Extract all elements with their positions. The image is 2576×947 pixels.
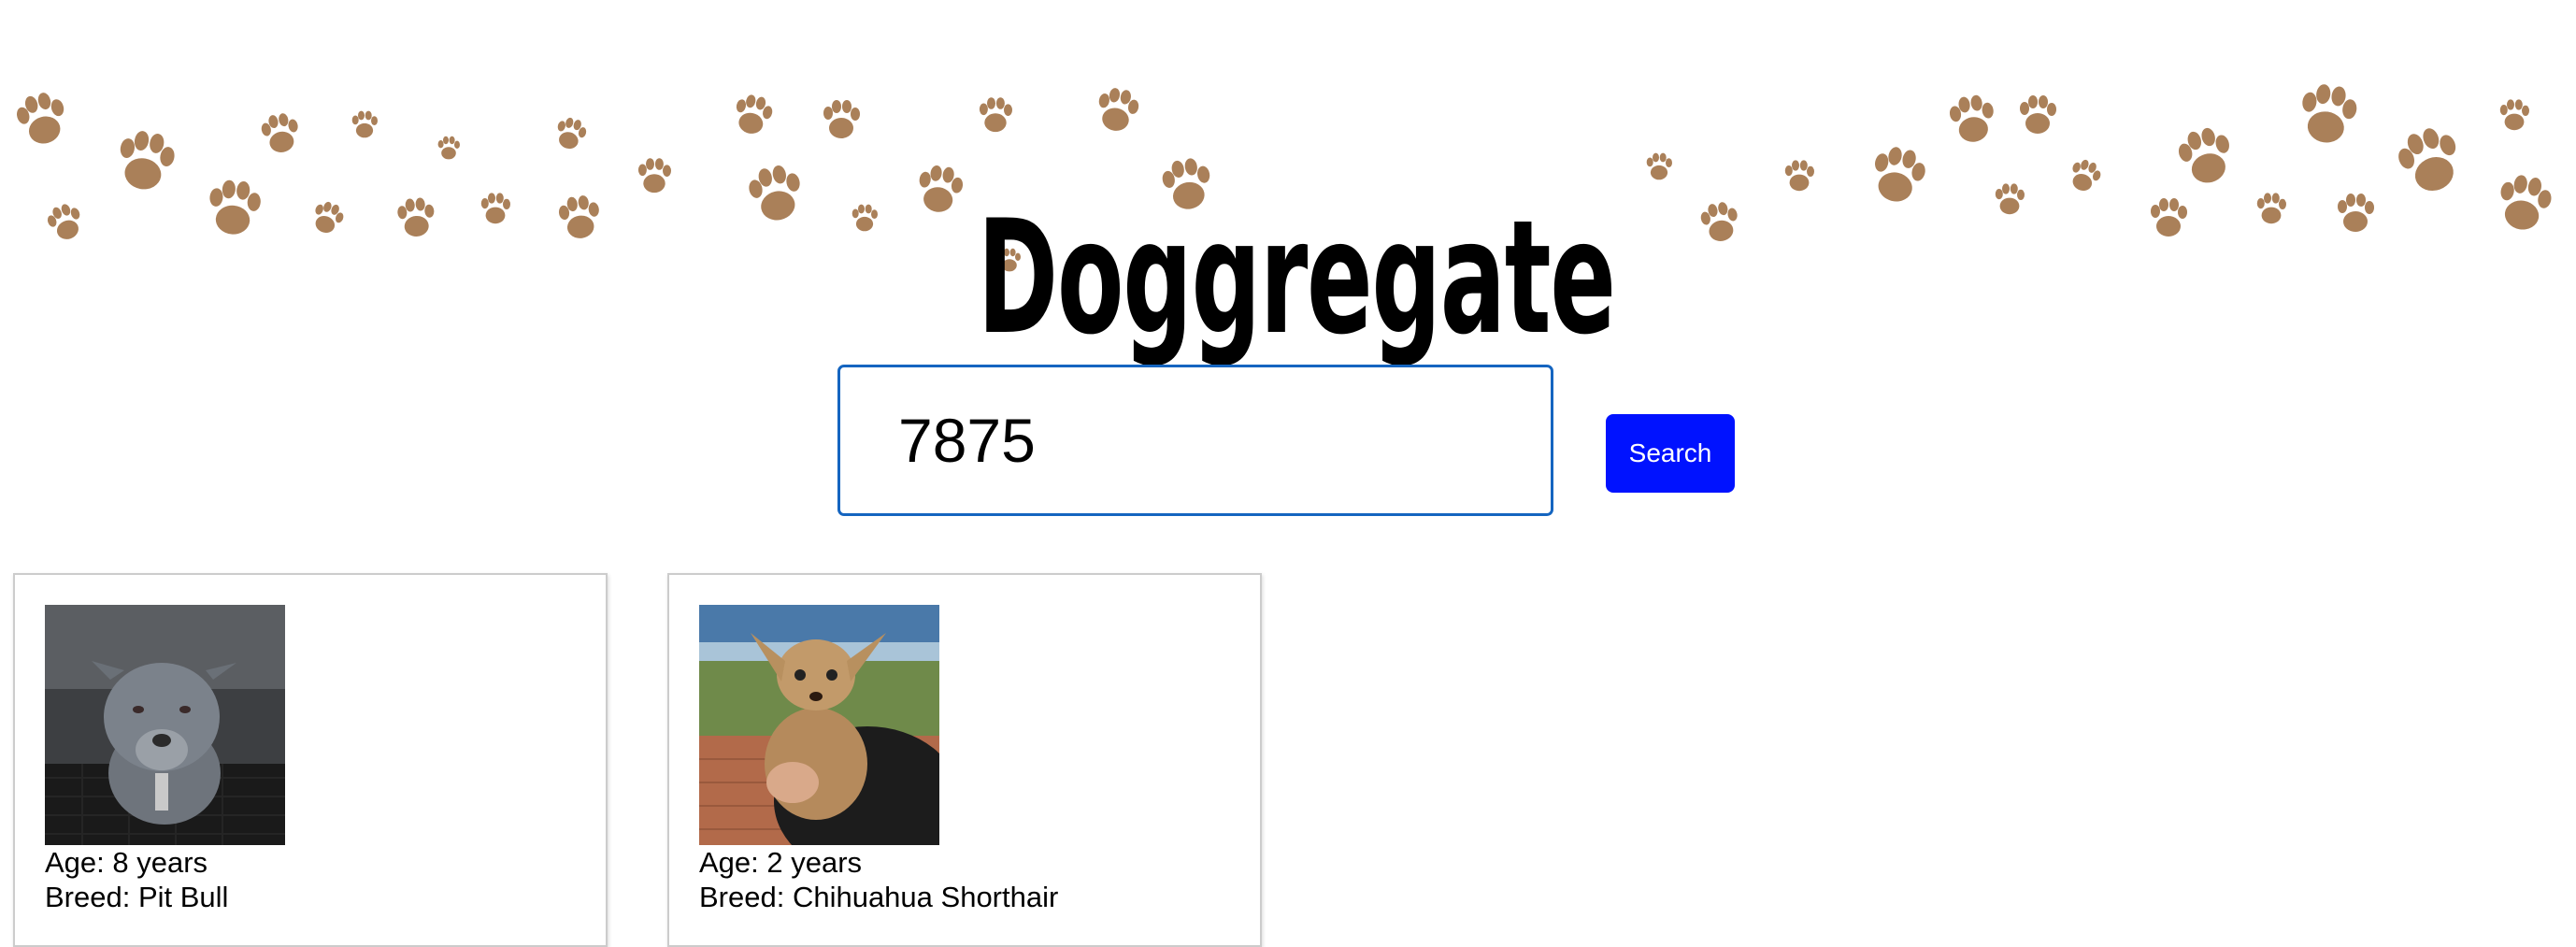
- dog-info: Age: 8 years Breed: Pit Bull: [45, 845, 228, 914]
- dog-card[interactable]: Age: 2 years Breed: Chihuahua Shorthair: [667, 573, 1262, 947]
- dog-age: Age: 8 years: [45, 846, 208, 879]
- dog-breed: Breed: Chihuahua Shorthair: [699, 881, 1059, 913]
- search-input[interactable]: [837, 365, 1553, 516]
- site-title: Doggregate: [977, 185, 1616, 369]
- dog-card[interactable]: Age: 8 years Breed: Pit Bull: [13, 573, 608, 947]
- dog-age: Age: 2 years: [699, 846, 863, 879]
- dog-photo: [699, 605, 939, 845]
- search-button[interactable]: Search: [1606, 414, 1735, 493]
- dog-info: Age: 2 years Breed: Chihuahua Shorthair: [699, 845, 1058, 914]
- dog-breed: Breed: Pit Bull: [45, 881, 229, 913]
- dog-photo: [45, 605, 285, 845]
